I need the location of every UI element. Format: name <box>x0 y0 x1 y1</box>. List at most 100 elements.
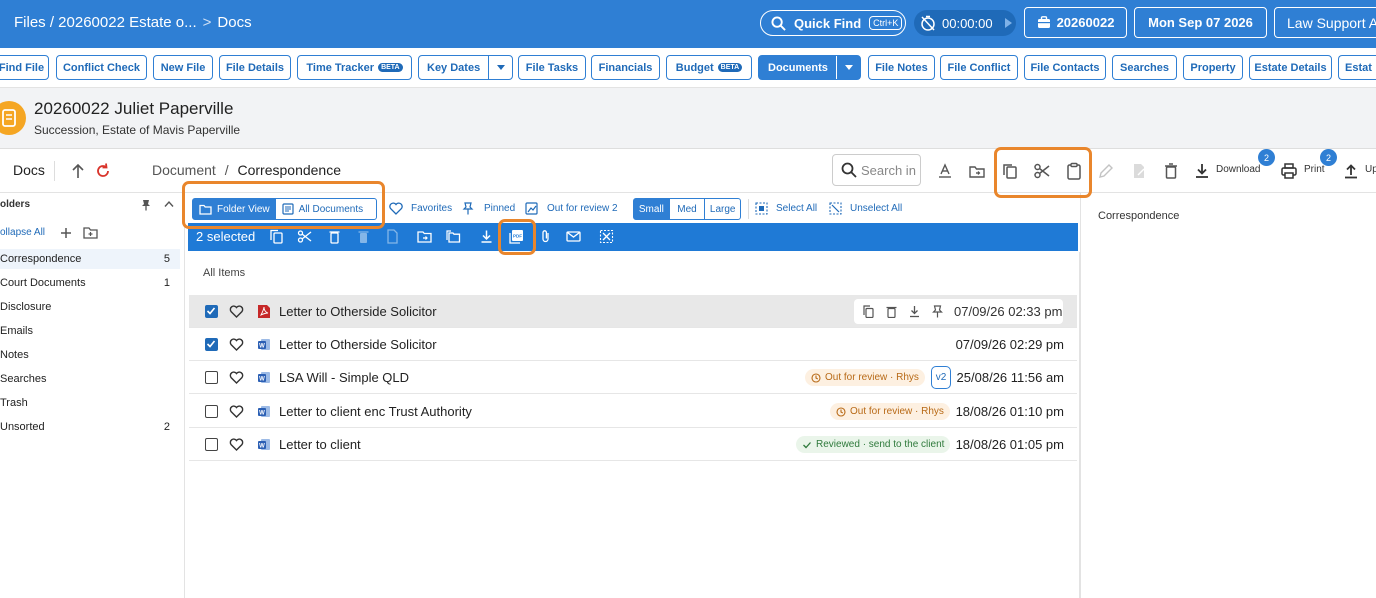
favorites-filter[interactable]: Favorites <box>389 202 452 215</box>
tab-financials[interactable]: Financials <box>591 55 660 80</box>
tab-budget[interactable]: Budget BETA <box>666 55 752 80</box>
copy-icon[interactable] <box>862 305 875 318</box>
tab-time-tracker[interactable]: Time Tracker BETA <box>297 55 412 80</box>
move-to-folder-icon[interactable] <box>417 229 432 244</box>
tab-estate-overflow[interactable]: Estat <box>1338 55 1376 80</box>
new-folder-icon[interactable] <box>83 226 98 239</box>
file-name[interactable]: Letter to Otherside Solicitor <box>279 304 437 319</box>
sidebar-item-disclosure[interactable]: Disclosure <box>0 297 180 317</box>
sidebar-item-unsorted[interactable]: Unsorted 2 <box>0 417 180 437</box>
sidebar-item-emails[interactable]: Emails <box>0 321 180 341</box>
tab-file-notes[interactable]: File Notes <box>868 55 935 80</box>
file-name[interactable]: LSA Will - Simple QLD <box>279 370 409 385</box>
play-icon[interactable] <box>1004 18 1012 28</box>
refresh-icon[interactable] <box>94 162 112 180</box>
cut-icon[interactable] <box>297 229 312 244</box>
tab-file-details[interactable]: File Details <box>219 55 291 80</box>
row-checkbox[interactable] <box>205 338 218 351</box>
select-all-button[interactable]: Select All <box>755 202 817 215</box>
heart-icon[interactable] <box>229 304 244 319</box>
sidebar-item-trash[interactable]: Trash <box>0 393 180 413</box>
heart-icon[interactable] <box>229 337 244 352</box>
download-icon[interactable] <box>479 229 494 244</box>
key-dates-dropdown[interactable] <box>488 56 512 79</box>
heart-icon[interactable] <box>229 404 244 419</box>
move-to-folder-icon[interactable] <box>968 162 986 180</box>
heart-icon[interactable] <box>229 370 244 385</box>
download-icon[interactable] <box>1193 162 1211 180</box>
trash-icon[interactable] <box>327 229 342 244</box>
row-checkbox[interactable] <box>205 438 218 451</box>
tab-find-file[interactable]: Find File <box>0 55 49 80</box>
copy-icon[interactable] <box>269 229 284 244</box>
sign-icon[interactable] <box>1130 162 1148 180</box>
breadcrumb-file[interactable]: Files / 20260022 Estate o... <box>14 14 197 31</box>
tab-conflict-check[interactable]: Conflict Check <box>56 55 147 80</box>
tab-file-contacts[interactable]: File Contacts <box>1024 55 1106 80</box>
heart-icon[interactable] <box>229 437 244 452</box>
print-button[interactable]: Print <box>1304 164 1325 175</box>
table-row[interactable]: W Letter to Otherside Solicitor 07/09/26… <box>189 328 1077 361</box>
sidebar-item-correspondence[interactable]: Correspondence 5 <box>0 249 180 269</box>
date-button[interactable]: Mon Sep 07 2026 <box>1134 7 1267 38</box>
trash-icon[interactable] <box>885 305 898 318</box>
sidebar-item-searches[interactable]: Searches <box>0 369 180 389</box>
table-row[interactable]: Letter to Otherside Solicitor 07/09/26 0… <box>189 295 1077 328</box>
timer-control[interactable]: 00:00:00 <box>914 10 1016 36</box>
size-small-button[interactable]: Small <box>634 199 669 219</box>
brand-button[interactable]: Law Support A <box>1274 7 1376 38</box>
documents-dropdown[interactable] <box>836 56 860 79</box>
table-row[interactable]: W LSA Will - Simple QLD Out for review ·… <box>189 361 1077 394</box>
tab-property[interactable]: Property <box>1183 55 1243 80</box>
document-edit-icon[interactable] <box>385 229 400 244</box>
sidebar-item-court-documents[interactable]: Court Documents 1 <box>0 273 180 293</box>
trash-icon[interactable] <box>1162 162 1180 180</box>
chevron-up-icon[interactable] <box>164 200 174 208</box>
tab-documents[interactable]: Documents <box>758 55 861 80</box>
search-icon <box>771 15 786 31</box>
tab-estate-details[interactable]: Estate Details <box>1249 55 1332 80</box>
table-row[interactable]: W Letter to client enc Trust Authority O… <box>189 395 1077 428</box>
tab-file-conflict[interactable]: File Conflict <box>940 55 1018 80</box>
file-name[interactable]: Letter to client <box>279 437 361 452</box>
matter-button[interactable]: 20260022 <box>1024 7 1127 38</box>
size-med-button[interactable]: Med <box>668 199 705 219</box>
tab-searches[interactable]: Searches <box>1112 55 1177 80</box>
download-icon[interactable] <box>908 305 921 318</box>
attachment-icon[interactable] <box>538 229 553 244</box>
rename-icon[interactable] <box>936 162 954 180</box>
file-name[interactable]: Letter to client enc Trust Authority <box>279 404 472 419</box>
edit-icon[interactable] <box>1097 162 1115 180</box>
delete-forever-icon[interactable] <box>356 229 371 244</box>
pin-icon[interactable] <box>140 199 152 211</box>
out-for-review-filter[interactable]: Out for review 2 <box>525 202 618 215</box>
search-input[interactable]: Search in <box>832 154 921 186</box>
download-button[interactable]: Download <box>1216 164 1260 175</box>
size-large-button[interactable]: Large <box>704 199 740 219</box>
pinned-filter[interactable]: Pinned <box>462 202 515 215</box>
email-send-icon[interactable] <box>566 229 581 244</box>
print-icon[interactable] <box>1280 162 1298 180</box>
row-checkbox[interactable] <box>205 371 218 384</box>
copy-to-folder-icon[interactable] <box>446 229 461 244</box>
version-badge[interactable]: v2 <box>931 366 951 389</box>
path-root[interactable]: Document <box>152 162 216 178</box>
sidebar-item-notes[interactable]: Notes <box>0 345 180 365</box>
row-checkbox[interactable] <box>205 405 218 418</box>
add-icon[interactable] <box>60 227 72 239</box>
file-name[interactable]: Letter to Otherside Solicitor <box>279 337 437 352</box>
upload-button[interactable]: Up <box>1365 164 1376 175</box>
upload-icon[interactable] <box>1342 162 1360 180</box>
tab-file-tasks[interactable]: File Tasks <box>518 55 586 80</box>
tab-key-dates[interactable]: Key Dates <box>418 55 513 80</box>
table-row[interactable]: W Letter to client Reviewed · send to th… <box>189 428 1077 461</box>
row-checkbox[interactable] <box>205 305 218 318</box>
unselect-all-button[interactable]: Unselect All <box>829 202 902 215</box>
tab-new-file[interactable]: New File <box>153 55 213 80</box>
collapse-all-link[interactable]: ollapse All <box>0 227 45 238</box>
quick-find-button[interactable]: Quick Find Ctrl+K <box>760 10 906 36</box>
deselect-icon[interactable] <box>599 229 614 244</box>
arrow-up-icon[interactable] <box>69 162 87 180</box>
pin-icon <box>462 202 474 215</box>
pin-icon[interactable] <box>931 305 944 318</box>
